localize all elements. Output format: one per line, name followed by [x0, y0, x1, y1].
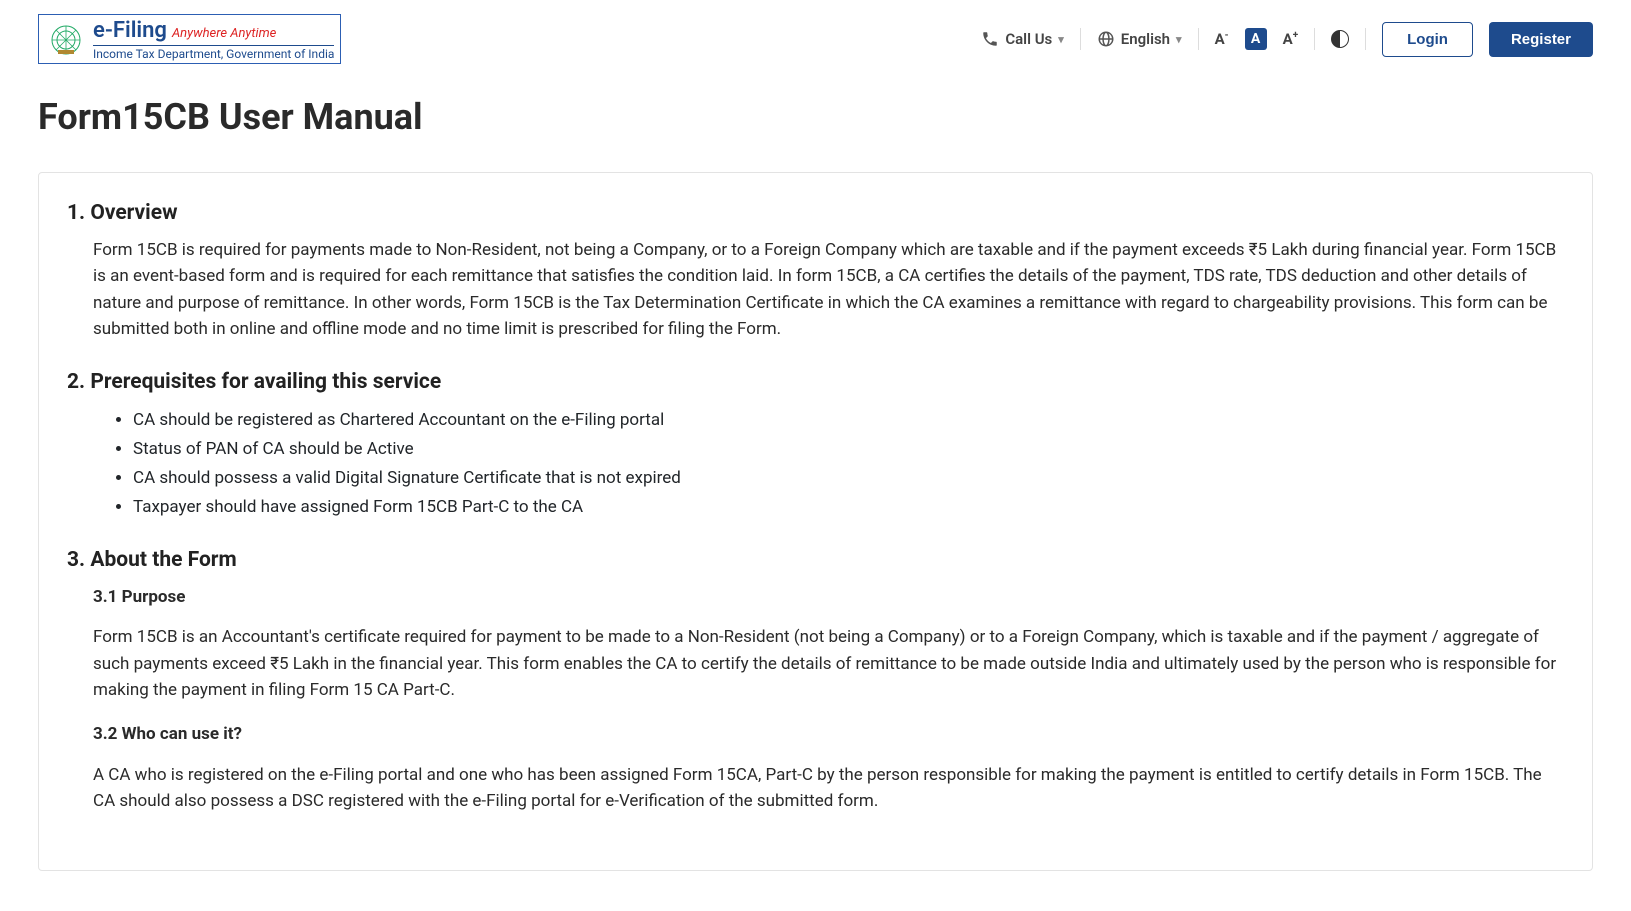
content-panel: 1. Overview Form 15CB is required for pa…: [38, 172, 1593, 871]
phone-icon: [981, 30, 999, 48]
logo-title: e-Filing: [93, 20, 167, 42]
logo-tagline: Anywhere Anytime: [172, 27, 276, 40]
overview-text: Form 15CB is required for payments made …: [93, 237, 1564, 342]
language-dropdown[interactable]: English ▾: [1097, 30, 1182, 48]
emblem-icon: [45, 19, 87, 61]
globe-icon: [1097, 30, 1115, 48]
list-item: CA should be registered as Chartered Acc…: [133, 406, 1564, 435]
font-normal-icon: A: [1245, 28, 1267, 50]
purpose-text: Form 15CB is an Accountant's certificate…: [93, 624, 1564, 703]
font-normal[interactable]: A: [1245, 28, 1267, 50]
separator: [1198, 28, 1199, 50]
contrast-toggle[interactable]: [1331, 30, 1349, 48]
logo-text: e-Filing Anywhere Anytime Income Tax Dep…: [93, 20, 334, 60]
logo-dept: Income Tax Department, Government of Ind…: [93, 45, 334, 60]
who-can-use-text: A CA who is registered on the e-Filing p…: [93, 762, 1564, 815]
main-container: Form15CB User Manual 1. Overview Form 15…: [0, 96, 1631, 911]
chevron-down-icon: ▾: [1176, 33, 1182, 46]
separator: [1365, 28, 1366, 50]
site-logo[interactable]: e-Filing Anywhere Anytime Income Tax Dep…: [38, 14, 341, 64]
section-1-body: Form 15CB is required for payments made …: [67, 237, 1564, 342]
call-us-dropdown[interactable]: Call Us ▾: [981, 30, 1063, 48]
font-small-icon: A-: [1215, 30, 1229, 48]
list-item: CA should possess a valid Digital Signat…: [133, 464, 1564, 493]
section-1-title: 1. Overview: [67, 201, 1564, 225]
header-toolbar: Call Us ▾ English ▾ A- A A+ Login Regist…: [981, 22, 1593, 57]
separator: [1080, 28, 1081, 50]
section-3-2-title: 3.2 Who can use it?: [93, 721, 1564, 747]
font-decrease[interactable]: A-: [1215, 30, 1229, 48]
language-label: English: [1121, 30, 1170, 48]
font-increase[interactable]: A+: [1283, 30, 1299, 48]
section-3-title: 3. About the Form: [67, 548, 1564, 572]
page-header: e-Filing Anywhere Anytime Income Tax Dep…: [0, 0, 1631, 78]
prerequisites-list: CA should be registered as Chartered Acc…: [67, 406, 1564, 522]
contrast-icon: [1331, 30, 1349, 48]
register-button[interactable]: Register: [1489, 22, 1593, 57]
section-3-body: 3.1 Purpose Form 15CB is an Accountant's…: [67, 584, 1564, 814]
list-item: Status of PAN of CA should be Active: [133, 435, 1564, 464]
chevron-down-icon: ▾: [1058, 33, 1064, 46]
separator: [1314, 28, 1315, 50]
section-3-1-title: 3.1 Purpose: [93, 584, 1564, 610]
section-2-title: 2. Prerequisites for availing this servi…: [67, 370, 1564, 394]
login-button[interactable]: Login: [1382, 22, 1473, 57]
page-title: Form15CB User Manual: [38, 96, 1593, 138]
list-item: Taxpayer should have assigned Form 15CB …: [133, 493, 1564, 522]
font-large-icon: A+: [1283, 30, 1299, 48]
call-us-label: Call Us: [1005, 30, 1052, 48]
